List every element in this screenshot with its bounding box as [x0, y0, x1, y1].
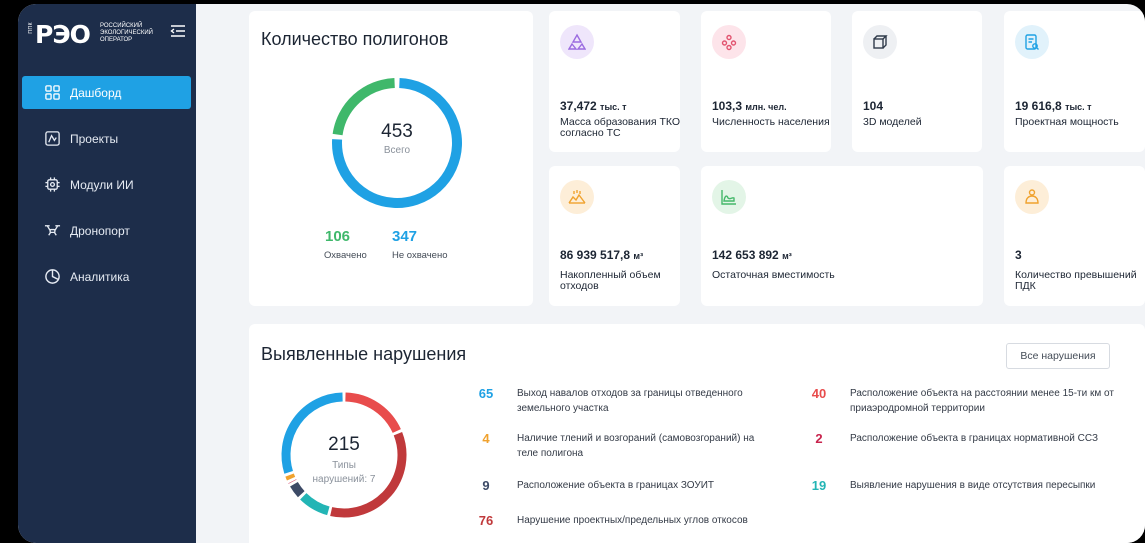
document-search-icon	[1015, 25, 1049, 59]
violations-title: Выявленные нарушения	[261, 344, 467, 364]
sidebar-item-label: Дронопорт	[70, 223, 130, 238]
sidebar-item-analytics[interactable]: Аналитика	[22, 260, 191, 293]
violation-segment	[285, 473, 296, 481]
polygons-total: 453	[381, 121, 413, 142]
stat-label: Численность населения	[712, 116, 830, 128]
stat-label: Количество превышений ПДК	[1015, 269, 1137, 292]
violation-segment	[345, 392, 401, 434]
stat-value: 3	[1015, 248, 1022, 262]
violation-label: Выявление нарушения в виде отсутствия пе…	[850, 480, 1096, 491]
violations-types-label: Типы нарушений: 7	[312, 460, 376, 485]
stat-card-capacity: 19 616,8 тыс. т Проектная мощность	[1004, 11, 1145, 152]
polygons-card: Количество полигонов 453 Всего 106 Охвач…	[249, 11, 533, 306]
stat-label: Масса образования ТКО согласно ТС	[560, 116, 681, 139]
sidebar-item-dashboard[interactable]: Дашборд	[22, 76, 191, 109]
violation-item: 2 Расположение объекта в границах нормат…	[804, 431, 1129, 446]
stat-card-3d-models: 104 3D моделей	[852, 11, 982, 152]
logo-subtitle: РОССИЙСКИЙ ЭКОЛОГИЧЕСКИЙ ОПЕРАТОР	[100, 23, 153, 43]
violation-count: 19	[811, 478, 827, 493]
chip-icon	[45, 177, 60, 192]
violation-label: Расположение объекта в границах ЗОУИТ	[517, 480, 714, 491]
stat-label: 3D моделей	[863, 116, 922, 128]
all-violations-button[interactable]: Все нарушения	[1006, 343, 1110, 369]
covered-label: Охвачено	[324, 250, 367, 261]
cube-icon	[863, 25, 897, 59]
logo: ППК РЭО РОССИЙСКИЙ ЭКОЛОГИЧЕСКИЙ ОПЕРАТО…	[28, 18, 193, 52]
map-icon	[45, 131, 60, 146]
sidebar-item-label: Модули ИИ	[70, 177, 134, 192]
violation-label: Выход навалов отходов за границы отведен…	[517, 388, 743, 414]
stat-card-tko-mass: 37,472 тыс. т Масса образования ТКО согл…	[549, 11, 680, 152]
violations-total-block: 215 Типы нарушений: 7	[294, 434, 394, 487]
polygons-title: Количество полигонов	[261, 29, 449, 49]
grid-icon	[45, 85, 60, 100]
violation-count: 65	[478, 386, 494, 401]
polygons-total-label: Всего	[383, 145, 411, 156]
stat-label: Проектная мощность	[1015, 116, 1119, 128]
app-window: ППК РЭО РОССИЙСКИЙ ЭКОЛОГИЧЕСКИЙ ОПЕРАТО…	[18, 4, 1145, 543]
violation-label: Расположение объекта в границах норматив…	[850, 433, 1099, 444]
sidebar: ППК РЭО РОССИЙСКИЙ ЭКОЛОГИЧЕСКИЙ ОПЕРАТО…	[18, 4, 196, 543]
stat-value: 142 653 892 м³	[712, 248, 792, 262]
violation-label: Наличие тлений и возгораний (самовозгора…	[517, 433, 755, 459]
violation-label: Расположение объекта на расстоянии менее…	[850, 388, 1114, 414]
sidebar-item-ai-modules[interactable]: Модули ИИ	[22, 168, 191, 201]
sidebar-nav: Дашборд Проекты Модули ИИ Дронопорт Анал…	[22, 76, 191, 306]
polygons-total-block: 453 Всего	[357, 121, 437, 156]
stat-label: Остаточная вместимость	[712, 269, 835, 281]
violation-count: 76	[478, 513, 494, 528]
violation-item: 19 Выявление нарушения в виде отсутствия…	[804, 478, 1129, 493]
uncovered-value: 347	[392, 228, 418, 245]
violation-item: 4 Наличие тлений и возгораний (самовозго…	[471, 431, 771, 461]
violation-count: 2	[815, 431, 823, 446]
sidebar-item-label: Аналитика	[70, 269, 130, 284]
sidebar-item-label: Дашборд	[70, 85, 122, 100]
logo-brand-name: РЭО	[35, 20, 91, 49]
stat-card-accumulated-waste: 86 939 517,8 м³ Накопленный объем отходо…	[549, 166, 680, 306]
violations-card: Выявленные нарушения Все нарушения 215 Т…	[249, 324, 1145, 543]
sidebar-item-projects[interactable]: Проекты	[22, 122, 191, 155]
violation-item: 40 Расположение объекта на расстоянии ме…	[804, 386, 1129, 416]
violation-segment	[300, 492, 330, 516]
waste-pile-icon	[560, 180, 594, 214]
stat-card-pdk-exceed: 3 Количество превышений ПДК	[1004, 166, 1145, 306]
stat-card-remaining-capacity: 142 653 892 м³ Остаточная вместимость	[701, 166, 983, 306]
stat-value: 19 616,8 тыс. т	[1015, 99, 1092, 113]
menu-collapse-icon[interactable]	[170, 24, 186, 38]
violation-count: 40	[811, 386, 827, 401]
violation-item: 76 Нарушение проектных/предельных углов …	[471, 513, 771, 528]
violation-count: 9	[482, 478, 490, 493]
stat-value: 104	[863, 99, 884, 113]
violations-total: 215	[328, 434, 360, 455]
stat-value: 37,472 тыс. т	[560, 99, 627, 113]
stat-value: 86 939 517,8 м³	[560, 248, 644, 262]
drone-icon	[44, 225, 61, 236]
stat-label: Накопленный объем отходов	[560, 269, 661, 292]
pie-chart-icon	[45, 269, 60, 284]
sidebar-item-label: Проекты	[70, 131, 119, 146]
sidebar-item-droneport[interactable]: Дронопорт	[22, 214, 191, 247]
uncovered-label: Не охвачено	[392, 250, 448, 261]
alert-icon	[1015, 180, 1049, 214]
violation-item: 65 Выход навалов отходов за границы отве…	[471, 386, 771, 416]
recycle-icon	[560, 25, 594, 59]
people-icon	[712, 25, 746, 59]
stat-value: 103,3 млн. чел.	[712, 99, 787, 113]
violation-item: 9 Расположение объекта в границах ЗОУИТ	[471, 478, 771, 493]
stat-card-population: 103,3 млн. чел. Численность населения	[701, 11, 831, 152]
violation-label: Нарушение проектных/предельных углов отк…	[517, 515, 748, 526]
violation-count: 4	[482, 431, 490, 446]
area-chart-icon	[712, 180, 746, 214]
covered-value: 106	[325, 228, 351, 245]
logo-vertical-text: ППК	[28, 22, 34, 34]
